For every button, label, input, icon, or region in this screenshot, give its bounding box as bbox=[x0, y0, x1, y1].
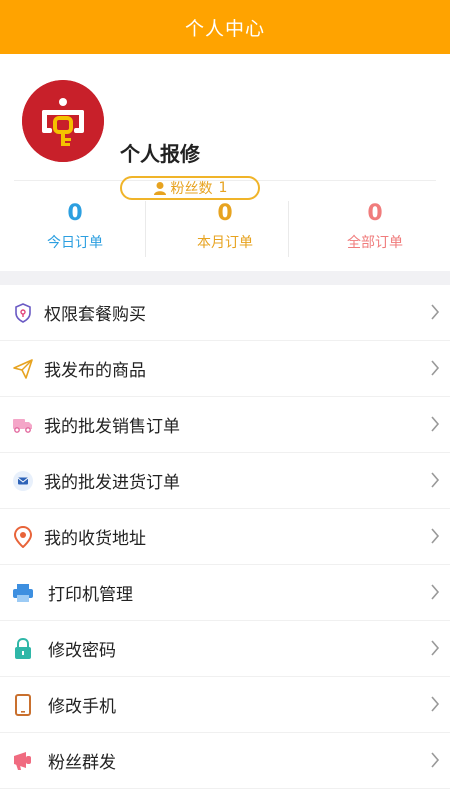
chevron-right-icon bbox=[431, 304, 440, 320]
stat-label: 全部订单 bbox=[347, 235, 403, 251]
truck-icon bbox=[12, 414, 34, 436]
stat-divider bbox=[288, 201, 289, 257]
menu-list: 权限套餐购买 我发布的商品 我的批发销售订单 我的批发进货订单 我的收货地址 打… bbox=[0, 285, 450, 789]
menu-item-my-products[interactable]: 我发布的商品 bbox=[0, 341, 450, 397]
menu-label: 我的批发销售订单 bbox=[44, 417, 180, 437]
menu-label: 修改密码 bbox=[48, 641, 116, 661]
section-gap bbox=[0, 271, 450, 285]
megaphone-icon bbox=[12, 750, 34, 772]
menu-item-printer-management[interactable]: 打印机管理 bbox=[0, 565, 450, 621]
order-stats: 0 今日订单 0 本月订单 0 全部订单 bbox=[0, 181, 450, 271]
menu-label: 打印机管理 bbox=[48, 585, 133, 605]
chevron-right-icon bbox=[431, 696, 440, 712]
menu-label: 我的批发进货订单 bbox=[44, 473, 180, 493]
logo-icon bbox=[22, 80, 104, 162]
menu-item-shipping-address[interactable]: 我的收货地址 bbox=[0, 509, 450, 565]
menu-item-fans-broadcast[interactable]: 粉丝群发 bbox=[0, 733, 450, 789]
stat-value: 0 bbox=[217, 201, 233, 226]
menu-item-wholesale-purchase-orders[interactable]: 我的批发进货订单 bbox=[0, 453, 450, 509]
menu-label: 权限套餐购买 bbox=[44, 305, 146, 325]
menu-item-package-purchase[interactable]: 权限套餐购买 bbox=[0, 285, 450, 341]
profile-card: 个人报修 粉丝数 1 bbox=[0, 54, 450, 200]
menu-item-change-password[interactable]: 修改密码 bbox=[0, 621, 450, 677]
stat-month-orders[interactable]: 0 本月订单 bbox=[150, 200, 300, 252]
menu-label: 我的收货地址 bbox=[44, 529, 146, 549]
chevron-right-icon bbox=[431, 752, 440, 768]
printer-icon bbox=[12, 582, 34, 604]
stat-value: 0 bbox=[367, 201, 383, 226]
paper-plane-icon bbox=[12, 358, 34, 380]
shield-icon bbox=[12, 302, 34, 324]
phone-icon bbox=[12, 693, 34, 716]
profile-name: 个人报修 bbox=[120, 142, 200, 166]
stat-label: 本月订单 bbox=[197, 235, 253, 251]
stat-divider bbox=[145, 201, 146, 257]
chevron-right-icon bbox=[431, 584, 440, 600]
stat-value: 0 bbox=[67, 201, 83, 226]
stat-today-orders[interactable]: 0 今日订单 bbox=[0, 200, 150, 252]
lock-icon bbox=[12, 637, 34, 660]
menu-item-wholesale-sales-orders[interactable]: 我的批发销售订单 bbox=[0, 397, 450, 453]
chevron-right-icon bbox=[431, 416, 440, 432]
menu-label: 我发布的商品 bbox=[44, 361, 146, 381]
envelope-icon bbox=[12, 470, 34, 492]
chevron-right-icon bbox=[431, 360, 440, 376]
menu-label: 修改手机 bbox=[48, 697, 116, 717]
menu-label: 粉丝群发 bbox=[48, 753, 116, 773]
avatar[interactable] bbox=[22, 80, 104, 162]
location-pin-icon bbox=[12, 525, 34, 548]
stat-all-orders[interactable]: 0 全部订单 bbox=[300, 200, 450, 252]
chevron-right-icon bbox=[431, 472, 440, 488]
page-title: 个人中心 bbox=[184, 17, 265, 40]
chevron-right-icon bbox=[431, 528, 440, 544]
stat-label: 今日订单 bbox=[47, 235, 103, 251]
top-bar: 个人中心 bbox=[0, 0, 450, 54]
menu-item-change-phone[interactable]: 修改手机 bbox=[0, 677, 450, 733]
chevron-right-icon bbox=[431, 640, 440, 656]
